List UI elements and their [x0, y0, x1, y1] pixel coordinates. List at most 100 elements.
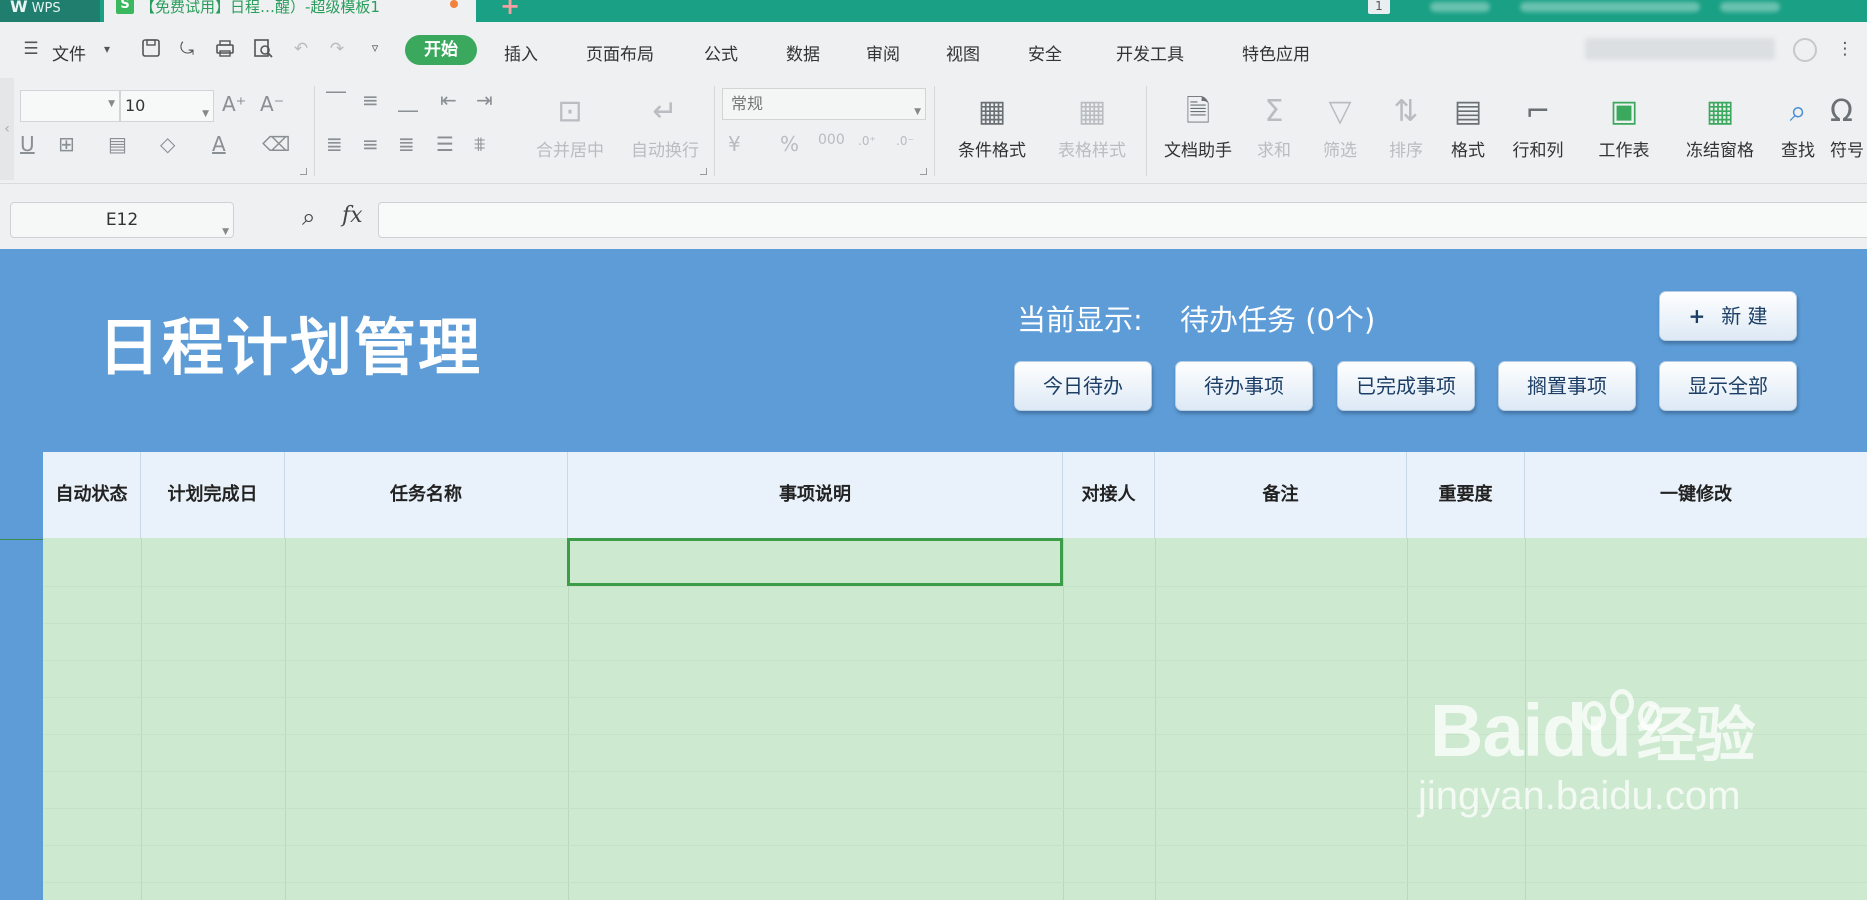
- new-tab-button[interactable]: +: [500, 0, 520, 20]
- align-right-icon[interactable]: ≣: [398, 132, 415, 156]
- document-tab[interactable]: S 【免费试用】日程…醒）-超级模板1: [104, 0, 476, 22]
- filter-onhold-button[interactable]: 搁置事项: [1498, 361, 1636, 411]
- thousands-separator-icon[interactable]: 000: [818, 132, 845, 148]
- align-top-icon[interactable]: ⎺: [326, 88, 346, 112]
- tab-formulas[interactable]: 公式: [704, 40, 738, 65]
- tab-start[interactable]: 开始: [405, 35, 477, 65]
- filter-today-button[interactable]: 今日待办: [1014, 361, 1152, 411]
- conditional-format-button[interactable]: ▦ 条件格式: [946, 88, 1038, 178]
- column-header[interactable]: 对接人: [1063, 452, 1155, 538]
- customize-toolbar-icon[interactable]: ▿: [364, 38, 386, 60]
- symbol-button[interactable]: Ω 符号: [1830, 88, 1867, 178]
- column-header[interactable]: 自动状态: [43, 452, 141, 538]
- more-options-icon[interactable]: ⋮: [1834, 38, 1856, 60]
- print-preview-icon[interactable]: [252, 38, 274, 60]
- tab-security[interactable]: 安全: [1028, 40, 1062, 65]
- font-group-launcher-icon[interactable]: [300, 168, 307, 175]
- tab-review[interactable]: 审阅: [866, 40, 900, 65]
- format-painter-icon[interactable]: ⤿: [176, 38, 198, 60]
- formula-input[interactable]: [378, 202, 1867, 238]
- column-header[interactable]: 任务名称: [285, 452, 568, 538]
- currency-icon[interactable]: ¥: [728, 132, 741, 156]
- filter-all-button[interactable]: 显示全部: [1659, 361, 1797, 411]
- align-middle-icon[interactable]: ≡: [362, 88, 379, 112]
- decrease-font-icon[interactable]: A⁻: [260, 92, 284, 116]
- freeze-panes-button[interactable]: ▦ 冻结窗格: [1672, 88, 1768, 178]
- format-button[interactable]: ▤ 格式: [1434, 88, 1502, 178]
- help-icon[interactable]: [1793, 38, 1817, 62]
- selected-cell[interactable]: [567, 538, 1063, 586]
- sigma-icon: Σ: [1264, 94, 1284, 129]
- increase-font-icon[interactable]: A⁺: [222, 92, 246, 116]
- column-header[interactable]: 一键修改: [1525, 452, 1867, 538]
- filter-pending-button[interactable]: 待办事项: [1175, 361, 1313, 411]
- file-menu[interactable]: 文件: [52, 40, 86, 65]
- percent-icon[interactable]: %: [780, 132, 799, 156]
- chevron-down-icon[interactable]: ▾: [96, 38, 118, 60]
- tab-view[interactable]: 视图: [946, 40, 980, 65]
- redo-icon[interactable]: ↷: [326, 38, 348, 60]
- column-header[interactable]: 重要度: [1407, 452, 1525, 538]
- decrease-decimal-icon[interactable]: .0⁻: [896, 134, 914, 148]
- tab-developer[interactable]: 开发工具: [1116, 40, 1184, 65]
- title-tab-bar: W WPS S 【免费试用】日程…醒）-超级模板1 + 1: [0, 0, 1867, 22]
- align-bottom-icon[interactable]: ⎽: [398, 88, 418, 112]
- alignment-group-launcher-icon[interactable]: [700, 168, 707, 175]
- merge-center-button[interactable]: ⊡ 合并居中: [530, 88, 610, 178]
- number-group-launcher-icon[interactable]: [920, 168, 927, 175]
- number-format-select[interactable]: 常规 ▼: [722, 88, 926, 120]
- task-table: 自动状态 计划完成日 任务名称 事项说明 对接人 备注 重要度 一键修改: [43, 452, 1867, 900]
- wps-home-tab[interactable]: W WPS: [0, 0, 100, 22]
- justify-icon[interactable]: ☰: [436, 132, 454, 156]
- ribbon-scroll-left-icon[interactable]: ‹: [0, 78, 14, 180]
- distributed-icon[interactable]: ⩨: [474, 132, 485, 156]
- sort-button[interactable]: ⇅ 排序: [1372, 88, 1440, 178]
- save-icon[interactable]: [140, 38, 162, 60]
- column-header[interactable]: 计划完成日: [141, 452, 285, 538]
- find-button[interactable]: ⌕ 查找: [1764, 88, 1832, 178]
- sum-button[interactable]: Σ 求和: [1240, 88, 1308, 178]
- decrease-indent-icon[interactable]: ⇤: [440, 88, 457, 112]
- zoom-formula-icon[interactable]: ⌕: [302, 203, 315, 231]
- command-search-input[interactable]: [1585, 38, 1775, 60]
- tab-insert[interactable]: 插入: [504, 40, 538, 65]
- increase-decimal-icon[interactable]: .0⁺: [858, 134, 876, 148]
- hamburger-menu-icon[interactable]: ☰: [20, 38, 42, 60]
- doc-assistant-button[interactable]: 🗎 文档助手: [1156, 88, 1240, 178]
- clear-format-icon[interactable]: ⌫: [262, 132, 290, 156]
- sort-icon: ⇅: [1393, 94, 1419, 129]
- underline-icon[interactable]: U: [20, 132, 35, 156]
- print-icon[interactable]: [214, 38, 236, 60]
- font-name-select[interactable]: ▼: [20, 90, 120, 122]
- wrap-text-label: 自动换行: [631, 141, 699, 161]
- borders-icon[interactable]: ⊞: [58, 132, 75, 156]
- filter-button[interactable]: ▽ 筛选: [1306, 88, 1374, 178]
- name-box[interactable]: E12 ▼: [10, 202, 234, 238]
- new-task-button[interactable]: + 新 建: [1659, 291, 1797, 341]
- cell-style-icon[interactable]: ▤: [108, 132, 127, 156]
- undo-icon[interactable]: ↶: [290, 38, 312, 60]
- table-style-button[interactable]: ▦ 表格样式: [1046, 88, 1138, 178]
- tab-special-apps[interactable]: 特色应用: [1242, 40, 1310, 65]
- tab-page-layout[interactable]: 页面布局: [586, 40, 654, 65]
- grid-line: [43, 586, 1867, 587]
- worksheet-button[interactable]: ▣ 工作表: [1582, 88, 1666, 178]
- font-size-select[interactable]: 10 ▼: [120, 90, 214, 122]
- fill-color-icon[interactable]: ◇: [160, 132, 175, 156]
- tab-data[interactable]: 数据: [786, 40, 820, 65]
- omega-icon: Ω: [1830, 94, 1853, 129]
- watermark-brand: Bai: [1430, 689, 1543, 772]
- plus-icon: +: [1688, 304, 1706, 328]
- window-count-badge[interactable]: 1: [1368, 0, 1390, 14]
- wrap-text-button[interactable]: ↵ 自动换行: [625, 88, 705, 178]
- conditional-format-icon: ▦: [977, 94, 1007, 129]
- font-color-icon[interactable]: A: [212, 132, 226, 156]
- increase-indent-icon[interactable]: ⇥: [476, 88, 493, 112]
- align-center-icon[interactable]: ≡: [362, 132, 379, 156]
- column-header[interactable]: 备注: [1155, 452, 1407, 538]
- column-header[interactable]: 事项说明: [568, 452, 1063, 538]
- filter-completed-button[interactable]: 已完成事项: [1337, 361, 1475, 411]
- align-left-icon[interactable]: ≣: [326, 132, 343, 156]
- insert-function-icon[interactable]: fx: [342, 203, 363, 228]
- row-col-button[interactable]: ⌐ 行和列: [1500, 88, 1576, 178]
